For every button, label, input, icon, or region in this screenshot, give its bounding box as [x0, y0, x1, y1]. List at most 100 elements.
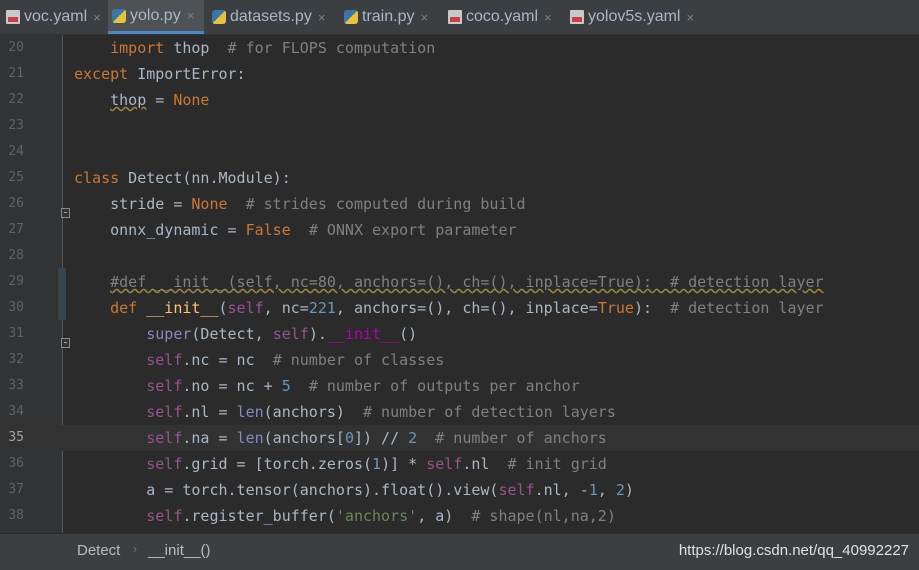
code-token: .register_buffer(: [182, 507, 336, 525]
line-number: 30: [8, 300, 24, 315]
code-line[interactable]: 37 a = torch.tensor(anchors).float().vie…: [0, 477, 919, 503]
code-text: stride = None # strides computed during …: [74, 191, 526, 217]
code-token: #def __init__(self, nc=80, anchors=(), c…: [110, 273, 824, 291]
code-token: self: [146, 403, 183, 421]
code-line[interactable]: 28: [0, 243, 919, 269]
code-token: ):: [633, 299, 671, 317]
code-token: len: [236, 403, 264, 421]
line-number: 37: [8, 482, 24, 497]
tab-datasets-py[interactable]: datasets.py ×: [208, 0, 336, 34]
line-number: 38: [8, 508, 24, 523]
line-number: 26: [8, 196, 24, 211]
code-line[interactable]: 25 class Detect(nn.Module):: [0, 165, 919, 191]
close-tab-icon[interactable]: ×: [93, 10, 101, 25]
code-line[interactable]: 30 def __init__(self, nc=221, anchors=()…: [0, 295, 919, 321]
code-token: True: [597, 299, 634, 317]
code-token: # number of anchors: [435, 429, 607, 447]
code-token: , a): [417, 507, 472, 525]
code-line[interactable]: 29 #def __init__(self, nc=80, anchors=()…: [0, 269, 919, 295]
python-file-icon: [112, 8, 126, 23]
code-token: super: [146, 325, 192, 343]
tab-yolo-py[interactable]: yolo.py ×: [108, 0, 204, 34]
code-text: self.nl = len(anchors) # number of detec…: [74, 399, 616, 425]
code-token: None: [173, 91, 210, 109]
tab-yolov5s-yaml[interactable]: yolov5s.yaml ×: [566, 0, 700, 34]
code-token: except: [74, 65, 129, 83]
tab-label: yolov5s.yaml: [588, 8, 681, 25]
line-number: 32: [8, 352, 24, 367]
code-token: self: [146, 455, 183, 473]
code-line[interactable]: 35 self.na = len(anchors[0]) // 2 # numb…: [0, 425, 919, 451]
code-token: (: [218, 299, 228, 317]
yaml-file-icon: [6, 10, 20, 24]
code-token: (anchors[: [263, 429, 345, 447]
fold-class-icon[interactable]: [61, 208, 70, 218]
code-token: __init__: [146, 299, 219, 317]
code-line[interactable]: 22 thop = None: [0, 87, 919, 113]
code-token: 2: [408, 429, 418, 447]
breadcrumb-method[interactable]: __init__(): [148, 542, 211, 559]
code-token: self: [272, 325, 309, 343]
code-text: onnx_dynamic = False # ONNX export param…: [74, 217, 516, 243]
code-line[interactable]: 20 import thop # for FLOPS computation: [0, 35, 919, 61]
code-line[interactable]: 31 super(Detect, self).__init__(): [0, 321, 919, 347]
code-token: .nl: [462, 455, 508, 473]
code-line[interactable]: 38 self.register_buffer('anchors', a) # …: [0, 503, 919, 529]
yaml-file-icon: [448, 10, 462, 24]
fold-def-icon[interactable]: [61, 338, 70, 348]
code-line[interactable]: 33 self.no = nc + 5 # number of outputs …: [0, 373, 919, 399]
line-number: 27: [8, 222, 24, 237]
breadcrumb-class[interactable]: Detect: [77, 542, 120, 559]
line-number: 25: [8, 170, 24, 185]
code-token: False: [245, 221, 291, 239]
code-line[interactable]: 23: [0, 113, 919, 139]
python-file-icon: [344, 10, 358, 24]
close-tab-icon[interactable]: ×: [420, 10, 428, 25]
code-token: def: [110, 299, 147, 317]
code-text: self.no = nc + 5 # number of outputs per…: [74, 373, 580, 399]
code-token: # for FLOPS computation: [227, 39, 436, 57]
code-text: def __init__(self, nc=221, anchors=(), c…: [74, 295, 823, 321]
code-token: # number of classes: [272, 351, 445, 369]
close-tab-icon[interactable]: ×: [544, 10, 552, 25]
code-line[interactable]: 26 stride = None # strides computed duri…: [0, 191, 919, 217]
tab-voc-yaml[interactable]: voc.yaml ×: [2, 0, 102, 34]
code-line[interactable]: 27 onnx_dynamic = False # ONNX export pa…: [0, 217, 919, 243]
code-text: self.nc = nc # number of classes: [74, 347, 444, 373]
code-token: (Detect,: [191, 325, 273, 343]
code-token: .no = nc +: [182, 377, 282, 395]
code-line[interactable]: 21 except ImportError:: [0, 61, 919, 87]
code-token: (anchors): [263, 403, 363, 421]
tab-train-py[interactable]: train.py ×: [340, 0, 440, 34]
line-number: 31: [8, 326, 24, 341]
code-token: thop: [110, 91, 147, 109]
code-token: # strides computed during build: [245, 195, 526, 213]
code-line[interactable]: 34 self.nl = len(anchors) # number of de…: [0, 399, 919, 425]
code-token: self: [146, 507, 183, 525]
code-text: class Detect(nn.Module):: [74, 165, 291, 191]
code-line[interactable]: 24: [0, 139, 919, 165]
line-number: 23: [8, 118, 24, 133]
code-line[interactable]: 36 self.grid = [torch.zeros(1)] * self.n…: [0, 451, 919, 477]
code-token: 1: [588, 481, 598, 499]
code-token: ImportError:: [128, 65, 246, 83]
code-token: ,: [597, 481, 616, 499]
close-tab-icon[interactable]: ×: [318, 10, 326, 25]
code-token: self: [498, 481, 535, 499]
breadcrumb-bar: Detect › __init__() https://blog.csdn.ne…: [0, 533, 919, 570]
code-line[interactable]: 32 self.nc = nc # number of classes: [0, 347, 919, 373]
code-text: thop = None: [74, 87, 209, 113]
close-tab-icon[interactable]: ×: [686, 10, 694, 25]
close-tab-icon[interactable]: ×: [187, 8, 195, 23]
code-token: =: [146, 91, 174, 109]
tab-coco-yaml[interactable]: coco.yaml ×: [444, 0, 562, 34]
code-text: #def __init__(self, nc=80, anchors=(), c…: [74, 269, 824, 295]
code-token: .grid = [torch.zeros(: [182, 455, 373, 473]
